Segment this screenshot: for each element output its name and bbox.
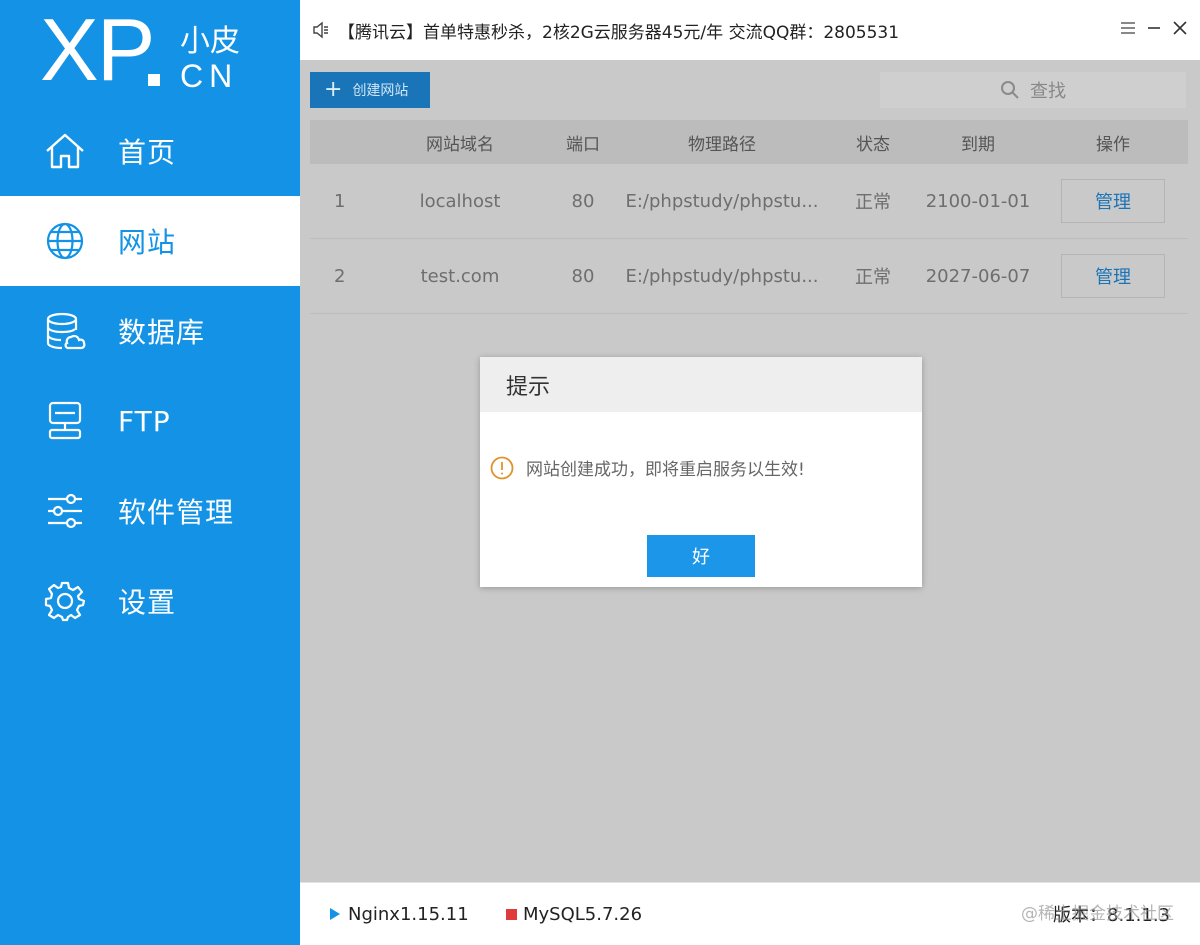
status-bar: Nginx1.15.11 MySQL5.7.26 版本：8.1.1.3 @稀土掘… — [300, 882, 1200, 945]
header-domain: 网站域名 — [426, 134, 494, 155]
alert-dialog: 提示 网站创建成功，即将重启服务以生效! 好 — [480, 357, 922, 587]
sliders-icon — [44, 490, 86, 532]
manage-button[interactable]: 管理 — [1061, 179, 1165, 223]
create-website-button[interactable]: + 创建网站 — [310, 72, 430, 108]
header-expires: 到期 — [961, 134, 995, 155]
nginx-label: Nginx1.15.11 — [348, 903, 469, 925]
table-row: 2 test.com 80 E:/phpstudy/phpstu... 正常 2… — [310, 239, 1188, 314]
sidebar-nav: 首页 网站 数据库 FTP 软件管理 设置 — [0, 106, 300, 646]
logo-text: XP — [40, 0, 155, 99]
minimize-icon[interactable] — [1144, 18, 1164, 38]
row-index: 1 — [334, 190, 346, 212]
row-expires: 2100-01-01 — [925, 190, 1031, 212]
dialog-body: 网站创建成功，即将重启服务以生效! — [490, 455, 805, 480]
mysql-label: MySQL5.7.26 — [523, 903, 643, 925]
search-icon — [1001, 81, 1019, 99]
row-actions: 管理 — [1038, 179, 1188, 223]
sidebar-item-label: 网站 — [118, 226, 177, 259]
sidebar-item-ftp[interactable]: FTP — [0, 376, 300, 466]
sidebar: XP 小皮 CN 首页 网站 数据库 FTP 软件管理 设置 — [0, 0, 300, 945]
row-actions: 管理 — [1038, 254, 1188, 298]
database-icon — [44, 310, 86, 352]
sidebar-item-label: FTP — [118, 404, 171, 438]
sidebar-item-database[interactable]: 数据库 — [0, 286, 300, 376]
dialog-title: 提示 — [480, 357, 922, 412]
warning-icon — [490, 456, 514, 479]
row-domain: test.com — [420, 265, 500, 287]
manage-button[interactable]: 管理 — [1061, 254, 1165, 298]
search-input[interactable]: 查找 — [880, 72, 1186, 108]
header-port: 端口 — [566, 134, 600, 155]
app-logo: XP 小皮 CN — [40, 6, 260, 100]
row-port: 80 — [571, 190, 595, 212]
sidebar-item-label: 首页 — [118, 136, 177, 169]
ok-button[interactable]: 好 — [647, 535, 755, 577]
logo-dot — [148, 74, 160, 86]
sidebar-item-settings[interactable]: 设置 — [0, 556, 300, 646]
header-status: 状态 — [856, 134, 890, 155]
website-table: 网站域名 端口 物理路径 状态 到期 操作 1 localhost 80 E:/… — [310, 120, 1188, 314]
row-index: 2 — [334, 265, 346, 287]
dialog-message: 网站创建成功，即将重启服务以生效! — [526, 460, 805, 480]
play-icon — [330, 908, 340, 920]
menu-icon[interactable] — [1118, 18, 1138, 38]
ftp-monitor-icon — [44, 400, 86, 442]
row-path: E:/phpstudy/phpstu... — [625, 190, 819, 212]
row-path: E:/phpstudy/phpstu... — [625, 265, 819, 287]
header-actions: 操作 — [1096, 134, 1130, 155]
plus-icon: + — [324, 77, 343, 102]
row-domain: localhost — [419, 190, 501, 212]
sidebar-item-label: 设置 — [118, 586, 177, 619]
sidebar-item-software[interactable]: 软件管理 — [0, 466, 300, 556]
table-header: 网站域名 端口 物理路径 状态 到期 操作 — [310, 120, 1188, 164]
home-icon — [44, 130, 86, 172]
search-label: 查找 — [1030, 81, 1066, 102]
row-port: 80 — [571, 265, 595, 287]
row-status: 正常 — [855, 267, 891, 288]
close-icon[interactable] — [1170, 18, 1190, 38]
logo-chinese-text: 小皮 — [180, 24, 240, 59]
row-expires: 2027-06-07 — [925, 265, 1031, 287]
watermark: @稀土掘金技术社区 — [1021, 904, 1174, 924]
mysql-status[interactable]: MySQL5.7.26 — [506, 904, 642, 925]
sidebar-item-website[interactable]: 网站 — [0, 196, 300, 286]
row-status: 正常 — [855, 192, 891, 213]
title-bar: 【腾讯云】首单特惠秒杀，2核2G云服务器45元/年 交流QQ群：2805531 — [300, 0, 1200, 60]
sidebar-item-home[interactable]: 首页 — [0, 106, 300, 196]
nginx-status[interactable]: Nginx1.15.11 — [330, 904, 469, 925]
sidebar-item-label: 数据库 — [118, 316, 206, 349]
table-row: 1 localhost 80 E:/phpstudy/phpstu... 正常 … — [310, 164, 1188, 239]
logo-cn-text: CN — [180, 58, 239, 94]
create-website-label: 创建网站 — [352, 83, 409, 99]
announcement-text[interactable]: 【腾讯云】首单特惠秒杀，2核2G云服务器45元/年 交流QQ群：2805531 — [338, 18, 899, 43]
toolbar: + 创建网站 查找 — [300, 60, 1200, 118]
speaker-icon — [313, 21, 328, 39]
header-path: 物理路径 — [688, 134, 756, 155]
gear-icon — [44, 580, 86, 622]
stop-icon — [506, 908, 517, 920]
sidebar-item-label: 软件管理 — [118, 496, 235, 529]
globe-icon — [44, 220, 86, 262]
